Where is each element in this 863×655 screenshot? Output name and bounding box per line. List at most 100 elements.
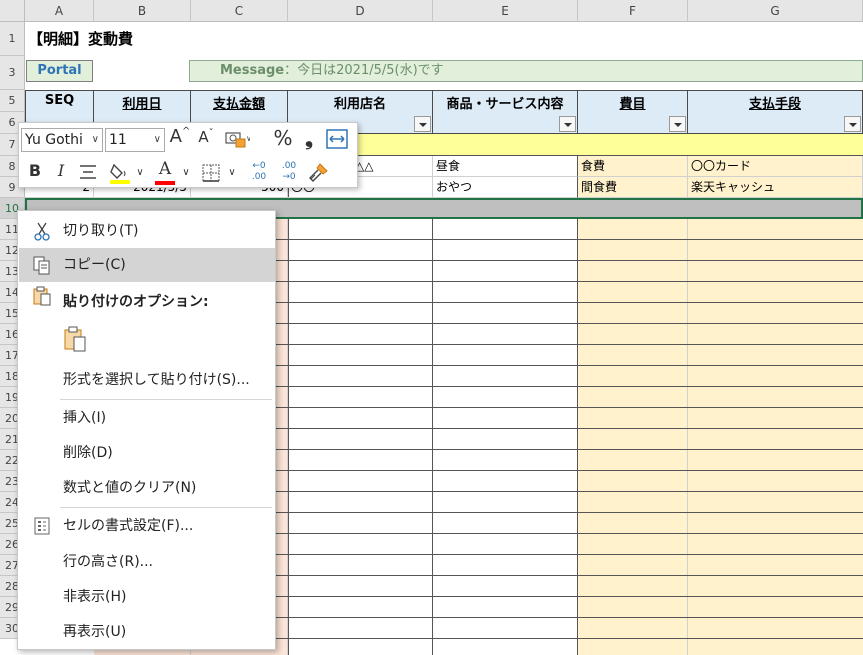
center-align-icon	[80, 165, 96, 179]
filter-dropdown-store[interactable]	[414, 116, 431, 132]
autofit-button[interactable]	[325, 129, 349, 151]
header-amount-label: 支払金額	[212, 97, 265, 112]
select-all-corner[interactable]	[0, 0, 25, 22]
cell-category-2[interactable]: 間食費	[578, 177, 688, 198]
cell-item-2[interactable]: おやつ	[433, 177, 578, 198]
font-name-select[interactable]: Yu Gothi ∨	[21, 128, 103, 152]
copy-icon	[31, 248, 53, 282]
font-color-swatch	[155, 181, 175, 185]
font-color-button[interactable]: A	[153, 159, 177, 187]
column-header-g[interactable]: G	[688, 0, 863, 22]
menu-item-delete[interactable]: 削除(D)	[19, 436, 275, 470]
header-item[interactable]: 商品・サービス内容	[433, 90, 578, 134]
shrink-font-button[interactable]: Aˇ	[195, 128, 217, 154]
chevron-down-icon[interactable]: ∨	[135, 167, 145, 178]
menu-item-format-cells-label: セルの書式設定(F)...	[63, 518, 194, 534]
menu-item-row-height[interactable]: 行の高さ(R)...	[19, 545, 275, 579]
center-align-button[interactable]	[77, 163, 99, 185]
cell-category-1[interactable]: 食費	[578, 156, 688, 177]
font-color-letter: A	[158, 159, 172, 179]
row-header-5[interactable]: 5	[0, 90, 25, 112]
column-header-a[interactable]: A	[25, 0, 94, 22]
menu-separator	[60, 399, 272, 400]
menu-item-format-cells[interactable]: セルの書式設定(F)...	[19, 509, 275, 543]
sheet-title[interactable]: 【明細】変動費	[28, 28, 133, 49]
decrease-decimal-button[interactable]: .00 →0	[275, 161, 303, 187]
filter-dropdown-category[interactable]	[669, 116, 686, 132]
increase-decimal-button[interactable]: ←0.00	[245, 161, 273, 187]
column-header-b[interactable]: B	[94, 0, 191, 22]
menu-item-hide[interactable]: 非表示(H)	[19, 580, 275, 614]
paste-button[interactable]	[62, 325, 92, 355]
column-e-lines	[433, 156, 578, 655]
filter-dropdown-method[interactable]	[844, 116, 861, 132]
autofit-icon	[326, 129, 348, 149]
bold-button[interactable]: B	[25, 161, 45, 185]
header-method-label: 支払手段	[748, 97, 801, 112]
header-method[interactable]: 支払手段	[688, 90, 863, 134]
menu-item-delete-label: 削除(D)	[63, 445, 113, 461]
menu-item-copy-label: コピー(C)	[63, 257, 126, 273]
format-cells-icon	[31, 509, 53, 543]
menu-item-paste-special[interactable]: 形式を選択して貼り付け(S)...	[19, 363, 275, 397]
menu-item-insert[interactable]: 挿入(I)	[19, 401, 275, 435]
column-header-d[interactable]: D	[288, 0, 433, 22]
menu-item-copy[interactable]: コピー(C)	[19, 248, 275, 282]
header-category[interactable]: 費目	[578, 90, 688, 134]
row-7-band	[288, 134, 863, 156]
portal-button[interactable]: Portal	[26, 60, 93, 82]
header-seq-label: SEQ	[44, 93, 75, 108]
comma-style-button[interactable]: ❟	[299, 126, 319, 152]
borders-button[interactable]	[199, 163, 223, 185]
borders-icon	[202, 164, 220, 182]
menu-item-hide-label: 非表示(H)	[63, 589, 127, 605]
message-label: Message	[220, 63, 285, 78]
menu-item-paste-special-label: 形式を選択して貼り付け(S)...	[63, 372, 250, 388]
scissors-icon	[31, 214, 53, 248]
fill-color-icon	[110, 163, 130, 184]
chevron-down-icon: ∨	[91, 134, 99, 145]
message-box[interactable]: Message：今日は2021/5/5(水)です	[189, 60, 863, 82]
menu-item-insert-label: 挿入(I)	[63, 410, 107, 426]
menu-item-unhide[interactable]: 再表示(U)	[19, 615, 275, 649]
menu-item-cut[interactable]: 切り取り(T)	[19, 214, 275, 248]
chevron-down-icon[interactable]: ∨	[227, 167, 237, 178]
font-name-value: Yu Gothi	[25, 132, 83, 148]
italic-button[interactable]: I	[51, 161, 71, 185]
menu-item-row-height-label: 行の高さ(R)...	[63, 554, 154, 570]
decrease-decimal-zero: 0	[289, 172, 296, 182]
column-header-f[interactable]: F	[578, 0, 688, 22]
format-painter-button[interactable]	[305, 161, 331, 187]
menu-separator	[60, 507, 272, 508]
paste-icon	[64, 326, 86, 352]
cell-method-2[interactable]: 楽天キャッシュ	[688, 177, 863, 198]
grow-font-button[interactable]: A^	[169, 126, 191, 152]
format-painter-icon	[309, 163, 328, 182]
row-header-3[interactable]: 3	[0, 56, 25, 90]
font-size-value: 11	[109, 132, 127, 148]
menu-item-paste-options-label: 貼り付けのオプション:	[63, 294, 209, 310]
chevron-down-icon[interactable]: ∨	[181, 167, 191, 178]
mini-toolbar: Yu Gothi ∨ 11 ∨ A^ Aˇ ∨ % ❟ B I ∨ A ∨ ∨ …	[18, 122, 358, 188]
filter-dropdown-item[interactable]	[559, 116, 576, 132]
increase-decimal-zero: 0	[259, 161, 266, 171]
cell-store-1[interactable]: △△	[352, 156, 433, 177]
header-date-label: 利用日	[122, 97, 162, 112]
chevron-down-icon: ∨	[153, 134, 161, 145]
cell-method-1[interactable]: 〇〇カード	[688, 156, 863, 177]
row-header-1[interactable]: 1	[0, 22, 25, 56]
menu-item-unhide-label: 再表示(U)	[63, 624, 127, 640]
increase-decimal-label: .00	[251, 172, 267, 182]
column-header-e[interactable]: E	[433, 0, 578, 22]
cell-item-1[interactable]: 昼食	[433, 156, 578, 177]
percent-style-button[interactable]: %	[271, 126, 295, 152]
column-g-fill	[688, 156, 863, 655]
accounting-format-button[interactable]: ∨	[223, 129, 252, 151]
context-menu: 切り取り(T) コピー(C) 貼り付けのオプション: 形式を選択して貼り付け(S…	[17, 210, 276, 650]
font-size-select[interactable]: 11 ∨	[105, 128, 165, 152]
accounting-format-icon: ∨	[225, 132, 252, 148]
header-category-label: 費目	[619, 97, 646, 112]
menu-item-clear[interactable]: 数式と値のクリア(N)	[19, 471, 275, 505]
fill-color-button[interactable]	[107, 161, 133, 187]
column-header-c[interactable]: C	[191, 0, 288, 22]
